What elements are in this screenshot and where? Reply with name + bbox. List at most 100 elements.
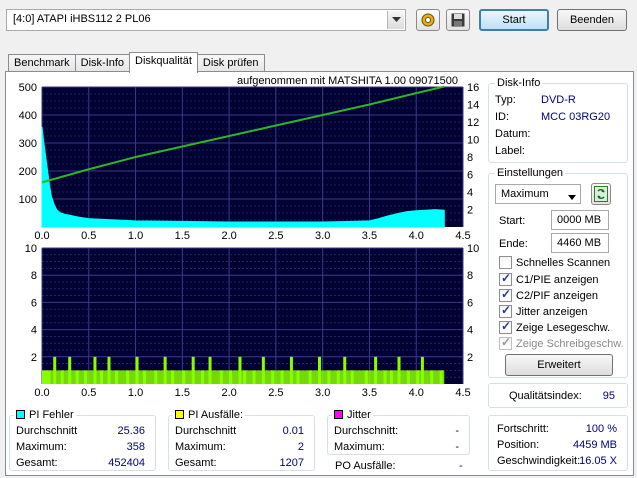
y-tick-label: 10 — [25, 244, 37, 255]
x-tick-label: 0.5 — [81, 387, 96, 399]
jitter-title: Jitter — [332, 409, 373, 421]
pi-errors-title-text: PI Fehler — [29, 409, 74, 421]
x-tick-label: 3.0 — [315, 387, 330, 399]
pi-error-chart: aufgenommen mit MATSHITA 1.00 09071500 0… — [11, 74, 483, 244]
show-jitter-checkbox[interactable]: Jitter anzeigen — [499, 303, 588, 318]
stat-label: Durchschnitt — [175, 425, 237, 437]
checkbox-label: C1/PIE anzeigen — [516, 274, 599, 286]
checkbox-box[interactable] — [499, 287, 512, 302]
tab-label: Disk prüfen — [202, 57, 259, 69]
exit-button[interactable]: Beenden — [557, 9, 627, 31]
x-tick-label: 4.0 — [409, 387, 424, 399]
exit-button-label: Beenden — [569, 14, 615, 26]
show-write-speed-checkbox: Zeige Schreibgeschw. — [499, 335, 624, 350]
advanced-button[interactable]: Erweitert — [505, 354, 613, 376]
y2-tick-label: 12 — [467, 117, 479, 129]
show-c1-pie-checkbox[interactable]: C1/PIE anzeigen — [499, 271, 599, 286]
checkbox-label: Zeige Lesegeschw. — [516, 322, 611, 334]
checkbox-label: Zeige Schreibgeschw. — [516, 338, 624, 350]
y-tick-label: 300 — [19, 138, 37, 150]
gear-icon — [421, 13, 435, 27]
pi-failure-chart-svg: 0.0 0.5 1.0 1.5 2.0 2.5 3.0 3.5 4.0 4.5 2 4 6 8 10 2 4 6 8… — [25, 243, 480, 399]
y-tick-label: 500 — [19, 82, 37, 94]
disk-info-group: Disk-Info Typ: DVD-R ID: MCC 03RG20 Datu… — [488, 77, 628, 163]
x-tick-label: 1.0 — [128, 387, 143, 399]
y2-tick-label: 4 — [467, 325, 473, 337]
y2-tick-label: 10 — [467, 244, 479, 255]
quality-index-value: 95 — [602, 390, 615, 402]
stat-label: Maximum: — [175, 441, 226, 453]
pi-failures-legend-swatch — [175, 410, 184, 419]
pi-error-chart-svg: aufgenommen mit MATSHITA 1.00 09071500 0… — [19, 75, 480, 242]
start-button[interactable]: Start — [479, 9, 549, 31]
advanced-button-label: Erweitert — [537, 359, 581, 371]
chevron-down-icon — [568, 191, 576, 203]
y-tick-label: 200 — [19, 166, 37, 178]
chevron-down-icon[interactable] — [387, 11, 404, 29]
speed-select[interactable]: Maximum — [495, 184, 581, 204]
pi-failures-title-text: PI Ausfälle: — [188, 409, 244, 421]
refresh-icon — [594, 186, 608, 202]
speed-select-value: Maximum — [501, 188, 549, 200]
progress-label: Fortschritt: — [497, 423, 549, 435]
y2-tick-label: 10 — [467, 135, 479, 147]
po-failures-value: - — [459, 460, 463, 472]
x-tick-label: 3.0 — [315, 230, 330, 242]
pi-failures-title: PI Ausfälle: — [173, 409, 246, 421]
drive-eject-button[interactable] — [416, 9, 440, 31]
stat-value: 0.01 — [282, 425, 304, 437]
stat-label: Gesamt: — [175, 457, 217, 469]
pi-errors-stats: PI Fehler Durchschnitt 25.36 Maximum: 35… — [9, 409, 156, 471]
tab-bar: Benchmark Disk-Info Diskqualität Disk pr… — [8, 52, 265, 73]
jitter-stats: Jitter Durchschnitt: - Maximum: - — [327, 409, 470, 455]
x-tick-label: 1.0 — [128, 230, 143, 242]
settings-group: Einstellungen Maximum Start: Ende: Schne… — [488, 167, 628, 378]
y-tick-label: 8 — [31, 270, 37, 282]
disk-type-value: DVD-R — [541, 94, 576, 106]
pi-failure-chart: 0.0 0.5 1.0 1.5 2.0 2.5 3.0 3.5 4.0 4.5 2 4 6 8 10 2 4 6 8… — [11, 243, 483, 404]
save-button[interactable] — [446, 9, 470, 31]
disk-date-label: Datum: — [495, 128, 531, 140]
jitter-legend-swatch — [334, 410, 343, 419]
x-tick-label: 0.5 — [81, 230, 96, 242]
y2-tick-label: 14 — [467, 100, 479, 112]
checkbox-box — [499, 335, 512, 350]
start-position-label: Start: — [499, 215, 526, 227]
disk-id-label: ID: — [495, 111, 510, 123]
drive-select[interactable]: [4:0] ATAPI iHBS112 2 PL06 — [6, 9, 406, 31]
jitter-title-text: Jitter — [347, 409, 371, 421]
x-tick-label: 4.0 — [409, 230, 424, 242]
refresh-speed-button[interactable] — [591, 183, 611, 205]
stat-value: 452404 — [108, 457, 145, 469]
y-tick-label: 4 — [31, 325, 37, 337]
progress-value: 100 % — [585, 423, 617, 435]
disk-label-label: Label: — [495, 145, 525, 157]
progress-group: Fortschritt: 100 % Position: 4459 MB Ges… — [488, 415, 628, 471]
x-tick-label: 3.5 — [362, 387, 377, 399]
x-tick-label: 1.5 — [175, 387, 190, 399]
y-tick-label: 2 — [31, 352, 37, 364]
show-read-speed-checkbox[interactable]: Zeige Lesegeschw. — [499, 319, 611, 334]
tab-label: Benchmark — [14, 57, 70, 69]
stat-label: Durchschnitt: — [334, 425, 399, 437]
stat-label: Gesamt: — [16, 457, 58, 469]
tab-disk-quality[interactable]: Diskqualität — [129, 52, 198, 73]
checkbox-box[interactable] — [499, 256, 512, 269]
x-tick-label: 3.5 — [362, 230, 377, 242]
show-c2-pif-checkbox[interactable]: C2/PIF anzeigen — [499, 287, 598, 302]
fast-scan-checkbox[interactable]: Schnelles Scannen — [499, 256, 610, 269]
checkbox-box[interactable] — [499, 303, 512, 318]
x-tick-label: 1.5 — [175, 230, 190, 242]
checkbox-box[interactable] — [499, 271, 512, 286]
y2-tick-label: 6 — [467, 170, 473, 182]
position-label: Position: — [497, 439, 540, 451]
start-position-input[interactable] — [551, 210, 609, 230]
stat-value: - — [455, 441, 459, 453]
end-position-label: Ende: — [499, 238, 528, 250]
checkbox-label: C2/PIF anzeigen — [516, 290, 598, 302]
y2-tick-label: 4 — [467, 187, 473, 199]
pi-errors-title: PI Fehler — [14, 409, 76, 421]
y-tick-label: 400 — [19, 110, 37, 122]
checkbox-box[interactable] — [499, 319, 512, 334]
end-position-input[interactable] — [551, 233, 609, 253]
